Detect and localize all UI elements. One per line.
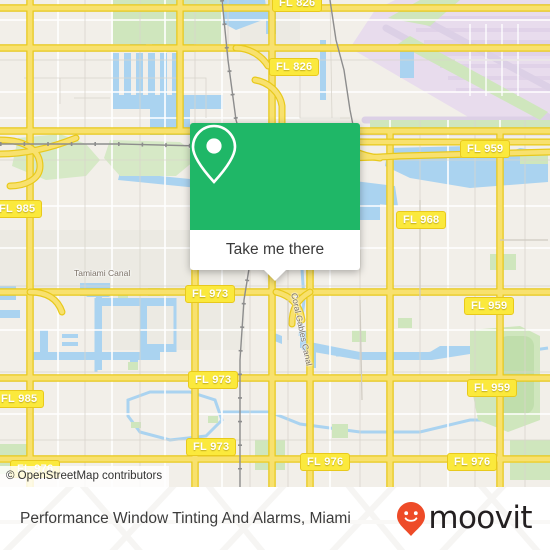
take-me-there-callout[interactable]: Take me there <box>190 123 360 281</box>
map-label-tamiami-canal: Tamiami Canal <box>74 268 131 278</box>
road-shield-fl-985-south: FL 985 <box>0 390 45 408</box>
take-me-there-label: Take me there <box>225 241 325 258</box>
osm-attribution[interactable]: © OpenStreetMap contributors <box>0 466 170 487</box>
road-shield-fl-973-mid: FL 973 <box>188 371 239 389</box>
road-shield-fl-973-north: FL 973 <box>185 285 236 303</box>
road-shield-fl-985-north: FL 985 <box>0 200 43 218</box>
footer-bar: Performance Window Tinting And Alarms, M… <box>0 487 550 550</box>
road-shield-fl-968: FL 968 <box>396 211 447 229</box>
moovit-wordmark: moovit <box>428 500 532 536</box>
road-shield-fl-826: FL 826 <box>269 58 320 76</box>
road-shield-fl-826-top: FL 826 <box>272 0 323 12</box>
road-shield-fl-959-mid: FL 959 <box>464 297 515 315</box>
road-shield-fl-976-east: FL 976 <box>447 453 498 471</box>
moovit-smiley-pin-icon <box>397 501 426 536</box>
road-shield-fl-959-north: FL 959 <box>460 140 511 158</box>
road-shield-fl-976-mid: FL 976 <box>300 453 351 471</box>
map-pin-icon <box>191 124 237 184</box>
road-shield-fl-973-south: FL 973 <box>186 438 237 456</box>
callout-tail <box>264 270 286 281</box>
moovit-place-map-card: Tamiami Canal Coral Gables Canal FL 826 … <box>0 0 550 550</box>
map-canvas[interactable]: Tamiami Canal Coral Gables Canal FL 826 … <box>0 0 550 487</box>
callout-action-panel[interactable]: Take me there <box>190 230 360 281</box>
moovit-brand[interactable]: moovit <box>396 500 533 537</box>
place-title: Performance Window Tinting And Alarms, M… <box>20 509 351 527</box>
road-shield-fl-959-south: FL 959 <box>467 379 518 397</box>
callout-pin-panel <box>190 123 360 230</box>
